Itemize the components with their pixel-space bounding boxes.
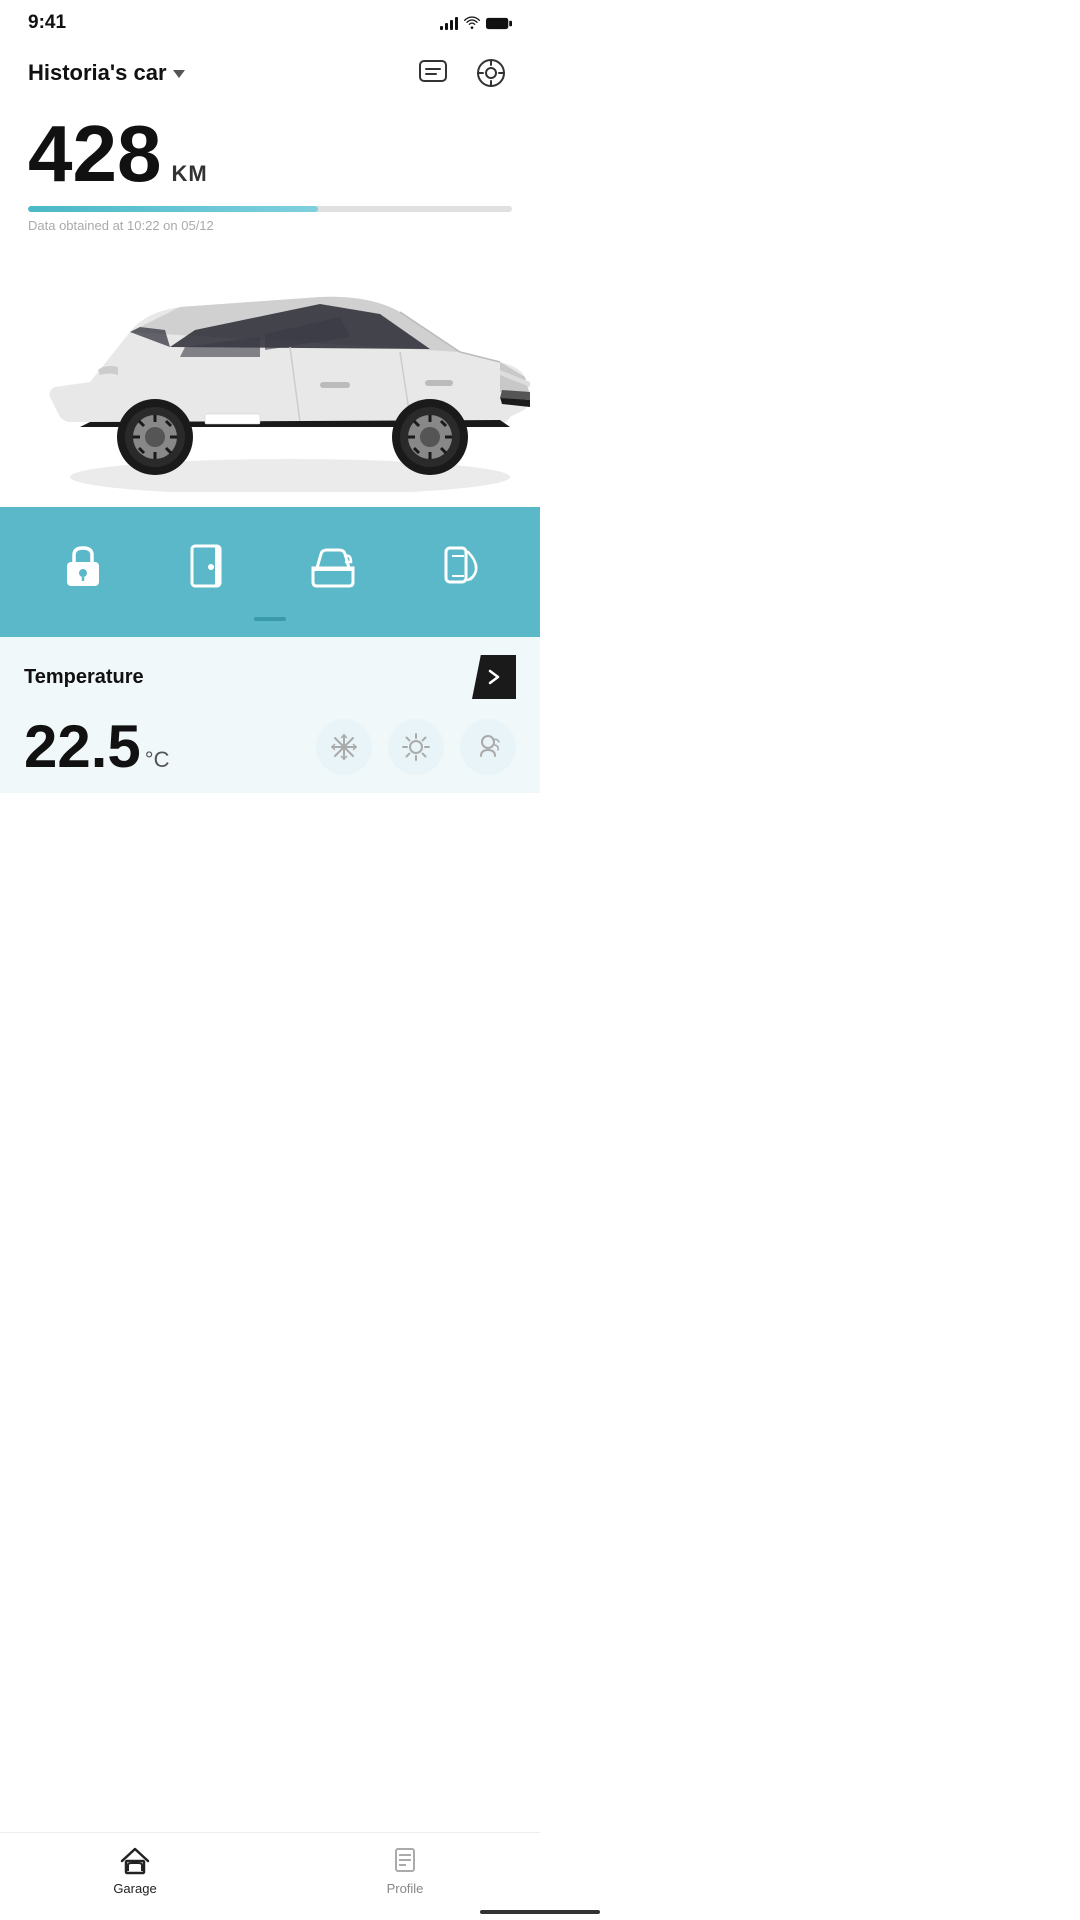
control-panel: [0, 507, 540, 637]
temperature-unit: °C: [145, 747, 170, 773]
range-unit: KM: [171, 161, 207, 187]
trunk-icon: [307, 540, 359, 592]
range-bar-container: [28, 206, 512, 212]
settings-icon: [475, 57, 507, 89]
temperature-value: 22.5: [24, 717, 141, 777]
sun-icon: [401, 732, 431, 762]
home-indicator: [480, 1910, 600, 1914]
lock-icon: [57, 540, 109, 592]
cool-mode-button[interactable]: [316, 719, 372, 775]
temperature-expand-button[interactable]: [472, 655, 516, 699]
garage-icon: [118, 1843, 152, 1877]
car-name: Historia's car: [28, 60, 167, 86]
profile-nav-label: Profile: [387, 1881, 424, 1896]
nav-garage[interactable]: Garage: [85, 1843, 185, 1896]
status-icons: [440, 16, 512, 30]
status-bar: 9:41: [0, 0, 540, 42]
settings-button[interactable]: [470, 52, 512, 94]
dropdown-arrow-icon: [173, 70, 185, 78]
temperature-header: Temperature: [0, 637, 540, 717]
snowflake-icon: [329, 732, 359, 762]
range-value: 428: [28, 114, 161, 194]
chevron-right-icon: [484, 667, 504, 687]
temperature-mode-icons: [316, 719, 516, 775]
door-icon: [182, 540, 234, 592]
chat-button[interactable]: [412, 52, 454, 94]
battery-icon: [486, 17, 512, 30]
range-timestamp: Data obtained at 10:22 on 05/12: [28, 218, 512, 233]
wifi-icon: [464, 17, 480, 29]
garage-nav-label: Garage: [113, 1881, 156, 1896]
heat-mode-button[interactable]: [388, 719, 444, 775]
temperature-body: 22.5 °C: [0, 717, 540, 777]
car-svg: [10, 242, 530, 492]
temperature-section: Temperature 22.5 °C: [0, 637, 540, 793]
car-selector[interactable]: Historia's car: [28, 60, 185, 86]
trunk-button[interactable]: [298, 531, 368, 601]
nav-profile[interactable]: Profile: [355, 1843, 455, 1896]
car-image-section: [0, 237, 540, 507]
panel-scroll-indicator: [254, 617, 286, 621]
header: Historia's car: [0, 42, 540, 106]
temperature-value-display: 22.5 °C: [24, 717, 169, 777]
door-button[interactable]: [173, 531, 243, 601]
remote-icon: [432, 540, 484, 592]
car-illustration: [0, 237, 540, 497]
lock-button[interactable]: [48, 531, 118, 601]
range-display: 428 KM: [28, 114, 512, 194]
signal-bars-icon: [440, 16, 458, 30]
range-bar-fill: [28, 206, 318, 212]
range-section: 428 KM Data obtained at 10:22 on 05/12: [0, 106, 540, 237]
auto-climate-icon: [473, 732, 503, 762]
auto-mode-button[interactable]: [460, 719, 516, 775]
temperature-title: Temperature: [24, 666, 144, 689]
chat-icon: [417, 57, 449, 89]
status-time: 9:41: [28, 12, 66, 34]
bottom-navigation: Garage Profile: [0, 1832, 540, 1920]
remote-button[interactable]: [423, 531, 493, 601]
header-action-icons: [412, 52, 512, 94]
control-icons-row: [0, 531, 540, 601]
profile-icon: [388, 1843, 422, 1877]
